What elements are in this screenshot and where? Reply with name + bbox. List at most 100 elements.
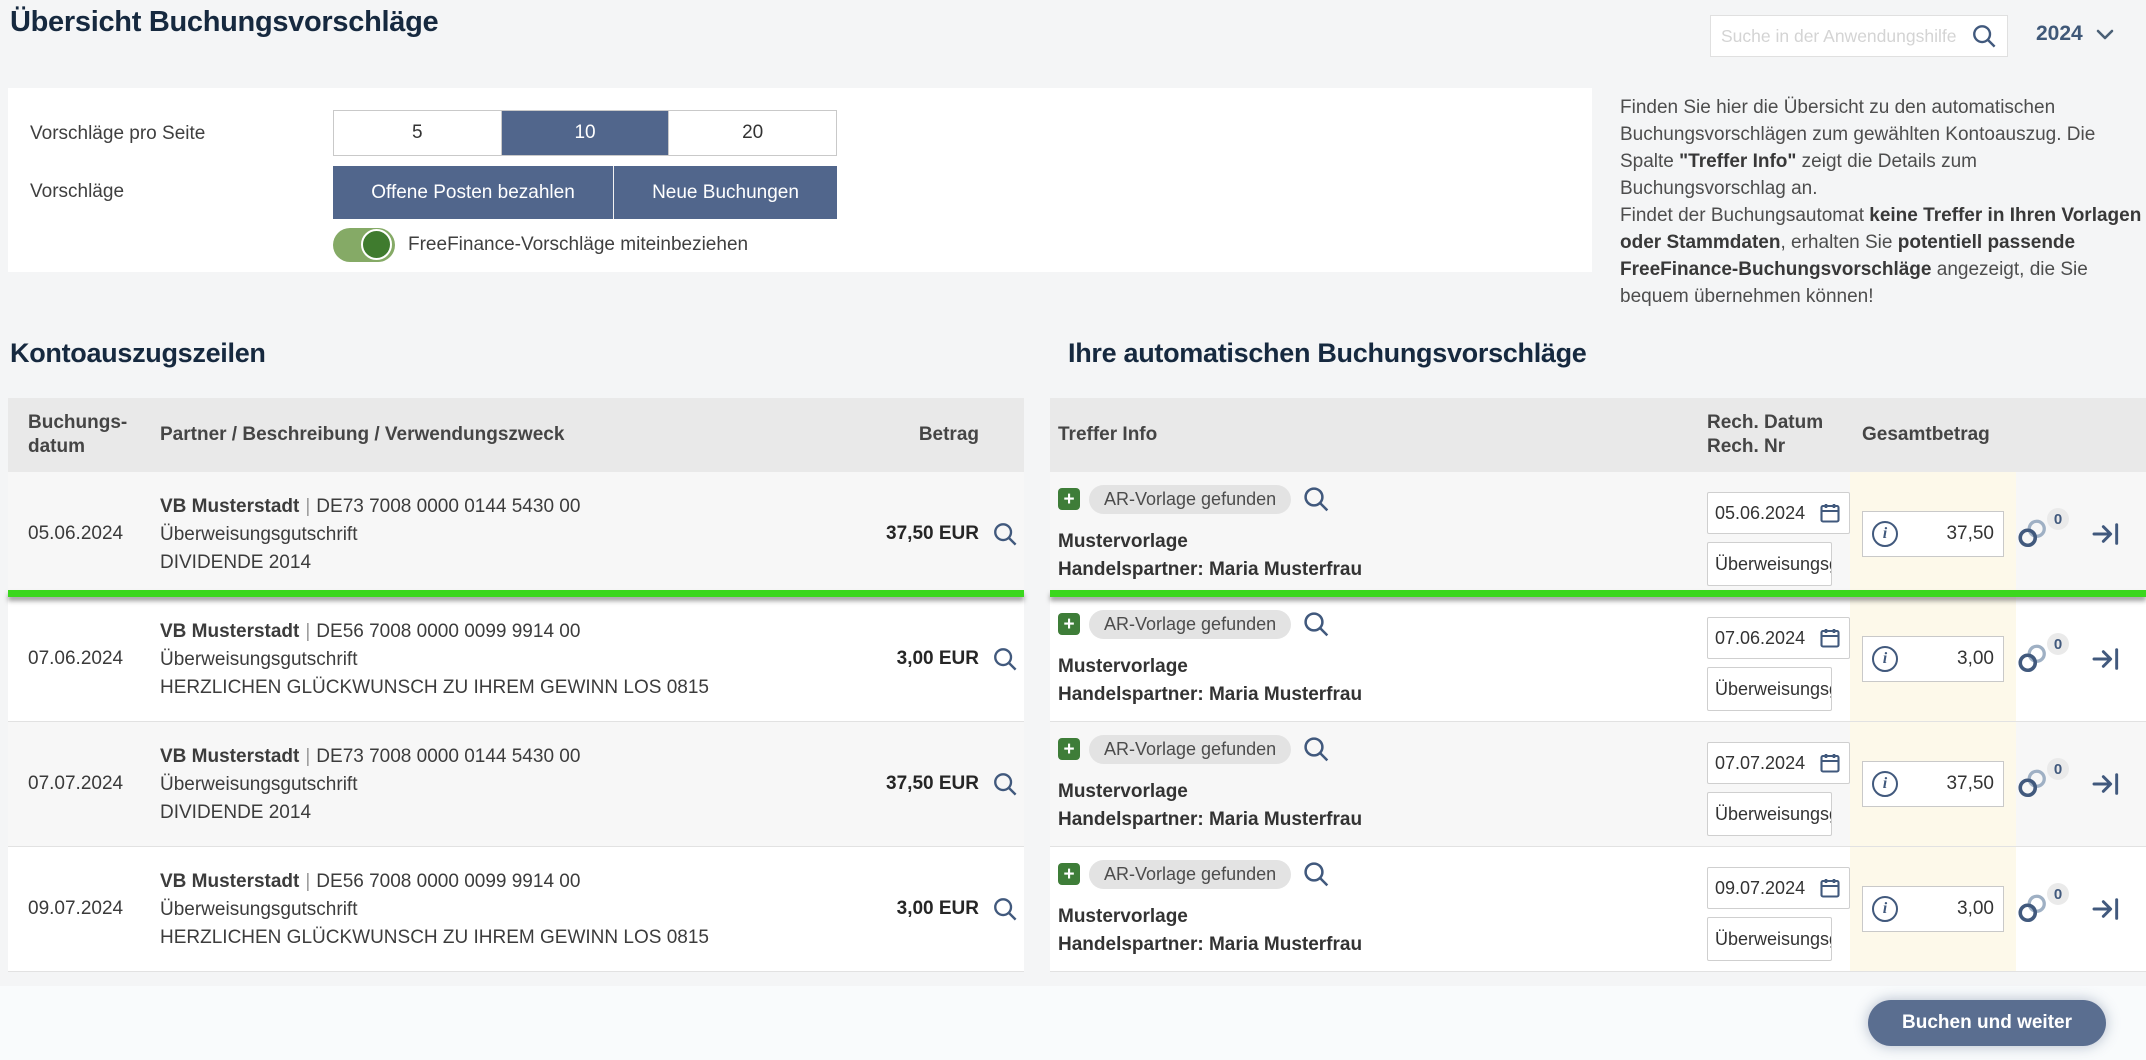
transfer-arrow-icon[interactable] xyxy=(2090,768,2122,800)
col-rech-datum-nr: Rech. Datum Rech. Nr xyxy=(1707,411,1823,459)
gesamtbetrag-field[interactable]: i 37,50 xyxy=(1862,761,2004,807)
transfer-arrow-icon[interactable] xyxy=(2090,643,2122,675)
table-row[interactable]: + AR-Vorlage gefunden Mustervorlage Hand… xyxy=(1050,472,2146,597)
calendar-icon[interactable] xyxy=(1818,501,1842,525)
magnifier-icon[interactable] xyxy=(990,769,1020,799)
per-page-option-5[interactable]: 5 xyxy=(334,111,502,155)
table-row[interactable]: + AR-Vorlage gefunden Mustervorlage Hand… xyxy=(1050,722,2146,847)
info-icon[interactable]: i xyxy=(1872,896,1898,922)
footer-bar: Buchen und weiter xyxy=(0,986,2146,1060)
separator: | xyxy=(299,496,316,517)
invoice-date-field[interactable]: 07.06.2024 xyxy=(1707,617,1850,659)
purpose: DIVIDENDE 2014 xyxy=(160,799,830,826)
table-row[interactable]: 07.06.2024 VB Musterstadt|DE56 7008 0000… xyxy=(8,597,1024,722)
amount: 3,00 EUR xyxy=(897,847,979,971)
magnifier-icon[interactable] xyxy=(990,894,1020,924)
offene-posten-bezahlen-button[interactable]: Offene Posten bezahlen xyxy=(333,166,614,219)
per-page-option-10[interactable]: 10 xyxy=(502,111,670,155)
per-page-option-20[interactable]: 20 xyxy=(669,111,836,155)
payment-type-field[interactable]: Überweisungsgutschrift xyxy=(1707,667,1832,711)
amount-value: 37,50 xyxy=(1946,773,1994,795)
invoice-date-field[interactable]: 07.07.2024 xyxy=(1707,742,1850,784)
partner-name: VB Musterstadt xyxy=(160,621,299,642)
iban: DE73 7008 0000 0144 5430 00 xyxy=(316,746,580,767)
magnifier-icon[interactable] xyxy=(990,519,1020,549)
transfer-arrow-icon[interactable] xyxy=(2090,518,2122,550)
gesamtbetrag-field[interactable]: i 37,50 xyxy=(1862,511,2004,557)
link-icon[interactable]: 0 xyxy=(2013,516,2053,552)
booking-type: Überweisungsgutschrift xyxy=(160,896,830,923)
handelspartner: Handelspartner: Maria Musterfrau xyxy=(1058,556,1698,584)
magnifier-icon[interactable] xyxy=(1300,483,1332,515)
link-icon[interactable]: 0 xyxy=(2013,766,2053,802)
separator: | xyxy=(299,621,316,642)
table-header: Treffer Info Rech. Datum Rech. Nr Gesamt… xyxy=(1050,398,2146,472)
template-name: Mustervorlage xyxy=(1058,903,1698,931)
amount: 3,00 EUR xyxy=(897,597,979,721)
calendar-icon[interactable] xyxy=(1818,751,1842,775)
per-page-segmented-control: 5 10 20 xyxy=(333,110,837,156)
separator: | xyxy=(299,746,316,767)
magnifier-icon[interactable] xyxy=(990,644,1020,674)
neue-buchungen-button[interactable]: Neue Buchungen xyxy=(614,166,837,219)
table-row[interactable]: 07.07.2024 VB Musterstadt|DE73 7008 0000… xyxy=(8,722,1024,847)
template-name: Mustervorlage xyxy=(1058,528,1698,556)
amount: 37,50 EUR xyxy=(886,472,979,596)
expand-plus-icon[interactable]: + xyxy=(1058,738,1080,760)
payment-type-field[interactable]: Überweisungsgutschrift xyxy=(1707,542,1832,586)
magnifier-icon[interactable] xyxy=(1300,608,1332,640)
year-dropdown[interactable]: 2024 xyxy=(2036,22,2117,46)
iban: DE56 7008 0000 0099 9914 00 xyxy=(316,621,580,642)
info-icon[interactable]: i xyxy=(1872,771,1898,797)
help-search-box[interactable] xyxy=(1710,15,2008,57)
info-icon[interactable]: i xyxy=(1872,646,1898,672)
amount: 37,50 EUR xyxy=(886,722,979,846)
link-icon[interactable]: 0 xyxy=(2013,891,2053,927)
booking-date: 05.06.2024 xyxy=(28,472,123,596)
expand-plus-icon[interactable]: + xyxy=(1058,613,1080,635)
year-value[interactable]: 2024 xyxy=(2036,22,2083,46)
col-treffer-info: Treffer Info xyxy=(1058,423,1157,447)
gesamtbetrag-field[interactable]: i 3,00 xyxy=(1862,636,2004,682)
template-name: Mustervorlage xyxy=(1058,778,1698,806)
link-icon[interactable]: 0 xyxy=(2013,641,2053,677)
link-count-badge: 0 xyxy=(2047,633,2069,655)
table-row[interactable]: + AR-Vorlage gefunden Mustervorlage Hand… xyxy=(1050,847,2146,972)
search-icon[interactable] xyxy=(1969,21,1999,51)
payment-type-field[interactable]: Überweisungsgutschrift xyxy=(1707,792,1832,836)
purpose: HERZLICHEN GLÜCKWUNSCH ZU IHREM GEWINN L… xyxy=(160,924,830,951)
amount-value: 3,00 xyxy=(1957,648,1994,670)
transfer-arrow-icon[interactable] xyxy=(2090,893,2122,925)
partner-name: VB Musterstadt xyxy=(160,496,299,517)
magnifier-icon[interactable] xyxy=(1300,733,1332,765)
col-gesamtbetrag: Gesamtbetrag xyxy=(1862,423,1990,447)
expand-plus-icon[interactable]: + xyxy=(1058,488,1080,510)
calendar-icon[interactable] xyxy=(1818,876,1842,900)
buchen-und-weiter-button[interactable]: Buchen und weiter xyxy=(1868,1000,2106,1046)
search-input[interactable] xyxy=(1721,26,1969,47)
gesamtbetrag-field[interactable]: i 3,00 xyxy=(1862,886,2004,932)
link-count-badge: 0 xyxy=(2047,883,2069,905)
table-row[interactable]: 05.06.2024 VB Musterstadt|DE73 7008 0000… xyxy=(8,472,1024,597)
expand-plus-icon[interactable]: + xyxy=(1058,863,1080,885)
payment-type-field[interactable]: Überweisungsgutschrift xyxy=(1707,917,1832,961)
info-icon[interactable]: i xyxy=(1872,521,1898,547)
calendar-icon[interactable] xyxy=(1818,626,1842,650)
invoice-date-field[interactable]: 05.06.2024 xyxy=(1707,492,1850,534)
booking-date: 07.06.2024 xyxy=(28,597,123,721)
toggle-knob-icon xyxy=(361,229,392,260)
partner-name: VB Musterstadt xyxy=(160,871,299,892)
booking-type: Überweisungsgutschrift xyxy=(160,646,830,673)
table-row[interactable]: 09.07.2024 VB Musterstadt|DE56 7008 0000… xyxy=(8,847,1024,972)
template-name: Mustervorlage xyxy=(1058,653,1698,681)
invoice-date-field[interactable]: 09.07.2024 xyxy=(1707,867,1850,909)
freefinance-toggle[interactable] xyxy=(333,228,395,262)
link-count-badge: 0 xyxy=(2047,508,2069,530)
separator: | xyxy=(299,871,316,892)
page-title: Übersicht Buchungsvorschläge xyxy=(10,6,438,39)
table-row[interactable]: + AR-Vorlage gefunden Mustervorlage Hand… xyxy=(1050,597,2146,722)
kontoauszugszeilen-table: Buchungs- datum Partner / Beschreibung /… xyxy=(8,398,1024,972)
active-row-highlight xyxy=(8,590,1024,597)
magnifier-icon[interactable] xyxy=(1300,858,1332,890)
handelspartner: Handelspartner: Maria Musterfrau xyxy=(1058,681,1698,709)
